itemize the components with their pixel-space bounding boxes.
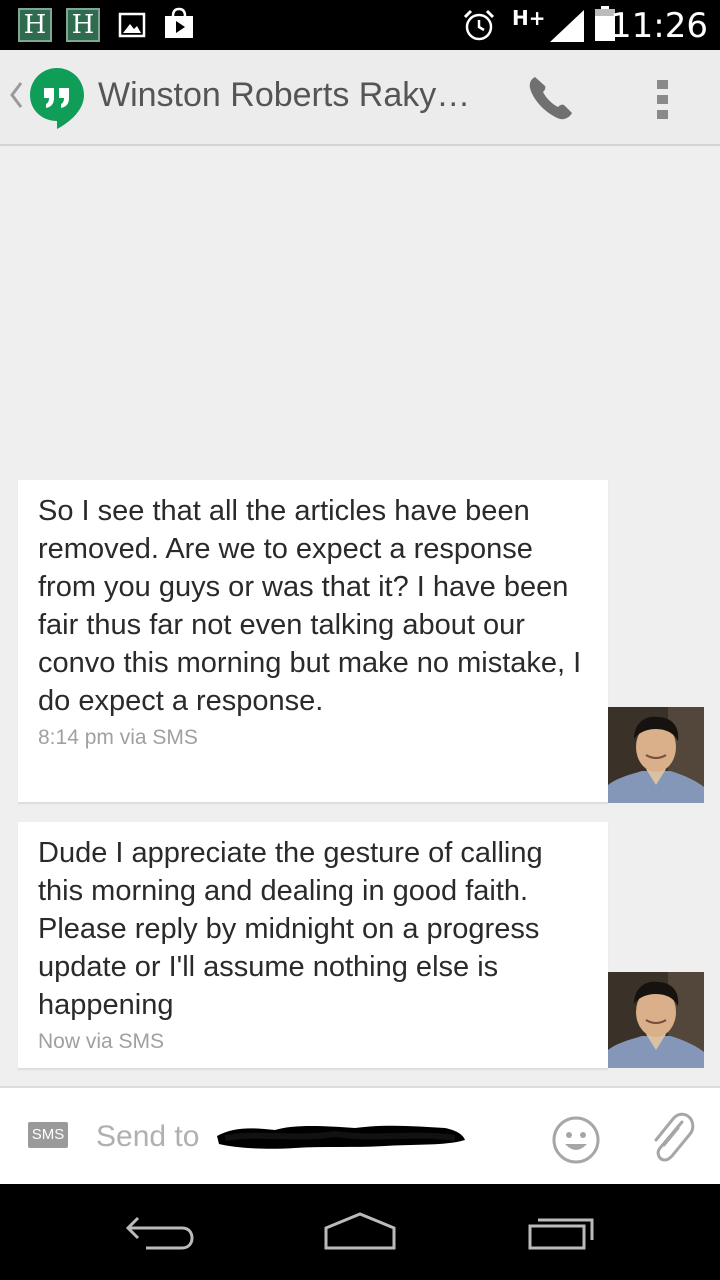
message-text: So I see that all the articles have been… (38, 495, 582, 717)
message-input[interactable]: Send to (96, 1120, 199, 1154)
shopping-bag-icon (165, 7, 193, 38)
emoji-icon[interactable] (550, 1114, 602, 1166)
redacted-recipient (217, 1125, 465, 1149)
message-bubble[interactable]: So I see that all the articles have been… (18, 480, 608, 802)
message-text: Dude I appreciate the gesture of calling… (38, 837, 543, 1021)
avatar[interactable] (608, 707, 704, 803)
clock: 11:26 (610, 6, 708, 46)
alarm-icon (463, 9, 495, 41)
avatar[interactable] (608, 972, 704, 1068)
signal-icon (550, 10, 584, 42)
message-timestamp: 8:14 pm via SMS (38, 726, 198, 749)
hangouts-logo-icon[interactable] (28, 66, 86, 130)
image-icon (118, 12, 146, 38)
message-bubble[interactable]: Dude I appreciate the gesture of calling… (18, 822, 608, 1068)
contact-name[interactable]: Winston Roberts Raky… (98, 76, 488, 115)
sms-mode-badge[interactable]: SMS (28, 1122, 68, 1148)
conversation-header: Winston Roberts Raky… (0, 50, 720, 146)
attachment-icon[interactable] (648, 1110, 696, 1166)
phone-icon[interactable] (526, 74, 576, 122)
h-notification-icon: H (66, 8, 100, 42)
h-notification-icon: H (18, 8, 52, 42)
home-button-icon[interactable] (322, 1208, 398, 1256)
back-chevron-icon[interactable] (8, 80, 24, 110)
navigation-bar (0, 1184, 720, 1280)
status-bar: H H H+ 11:26 (0, 0, 720, 50)
back-button-icon[interactable] (124, 1208, 196, 1256)
message-timestamp: Now via SMS (38, 1030, 165, 1053)
recent-apps-button-icon[interactable] (526, 1208, 598, 1256)
network-type: H+ (512, 6, 546, 30)
overflow-menu-icon[interactable] (656, 78, 670, 122)
